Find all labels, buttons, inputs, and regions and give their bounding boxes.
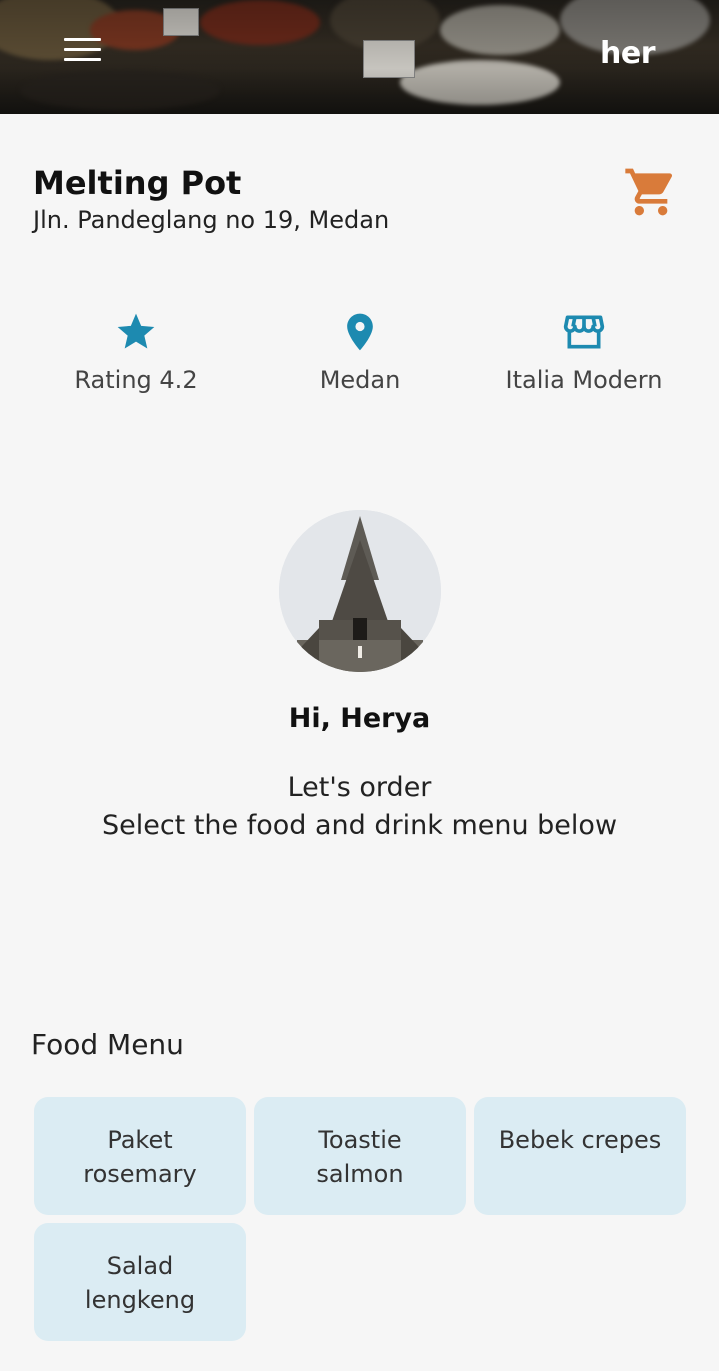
food-card[interactable]: Paket rosemary bbox=[34, 1097, 246, 1215]
hamburger-menu-icon bbox=[64, 38, 101, 41]
food-card-label: Toastie salmon bbox=[316, 1126, 404, 1188]
food-card-label: Paket rosemary bbox=[83, 1126, 197, 1188]
rating-label: Rating 4.2 bbox=[74, 366, 198, 394]
stat-rating: Rating 4.2 bbox=[16, 310, 256, 394]
stat-location: Medan bbox=[240, 310, 480, 394]
star-icon bbox=[117, 313, 155, 349]
shopping-cart-icon bbox=[625, 168, 673, 216]
food-menu-title: Food Menu bbox=[31, 1028, 184, 1061]
greeting-line-1: Let's order bbox=[287, 772, 432, 803]
header-banner: her bbox=[0, 0, 719, 114]
food-card-label: Salad lengkeng bbox=[84, 1252, 196, 1314]
food-card[interactable]: Bebek crepes bbox=[474, 1097, 686, 1215]
food-card[interactable]: Toastie salmon bbox=[254, 1097, 466, 1215]
food-card[interactable]: Salad lengkeng bbox=[34, 1223, 246, 1341]
greeting-line-2: Select the food and drink menu below bbox=[101, 810, 618, 841]
stat-cuisine: Italia Modern bbox=[464, 310, 704, 394]
food-card-label: Bebek crepes bbox=[498, 1126, 662, 1154]
restaurant-address: Jln. Pandeglang no 19, Medan bbox=[33, 206, 390, 234]
location-pin-icon bbox=[347, 313, 373, 351]
cart-button[interactable] bbox=[622, 164, 680, 220]
restaurant-name: Melting Pot bbox=[33, 164, 242, 202]
store-icon bbox=[563, 315, 605, 349]
menu-button[interactable] bbox=[64, 38, 104, 68]
restaurant-stats: Rating 4.2 Medan Italia Modern bbox=[0, 310, 719, 410]
location-label: Medan bbox=[319, 366, 401, 394]
cuisine-label: Italia Modern bbox=[505, 366, 663, 394]
avatar bbox=[279, 510, 441, 672]
brand-logo: her bbox=[600, 36, 656, 71]
greeting-title: Hi, Herya bbox=[288, 703, 431, 734]
